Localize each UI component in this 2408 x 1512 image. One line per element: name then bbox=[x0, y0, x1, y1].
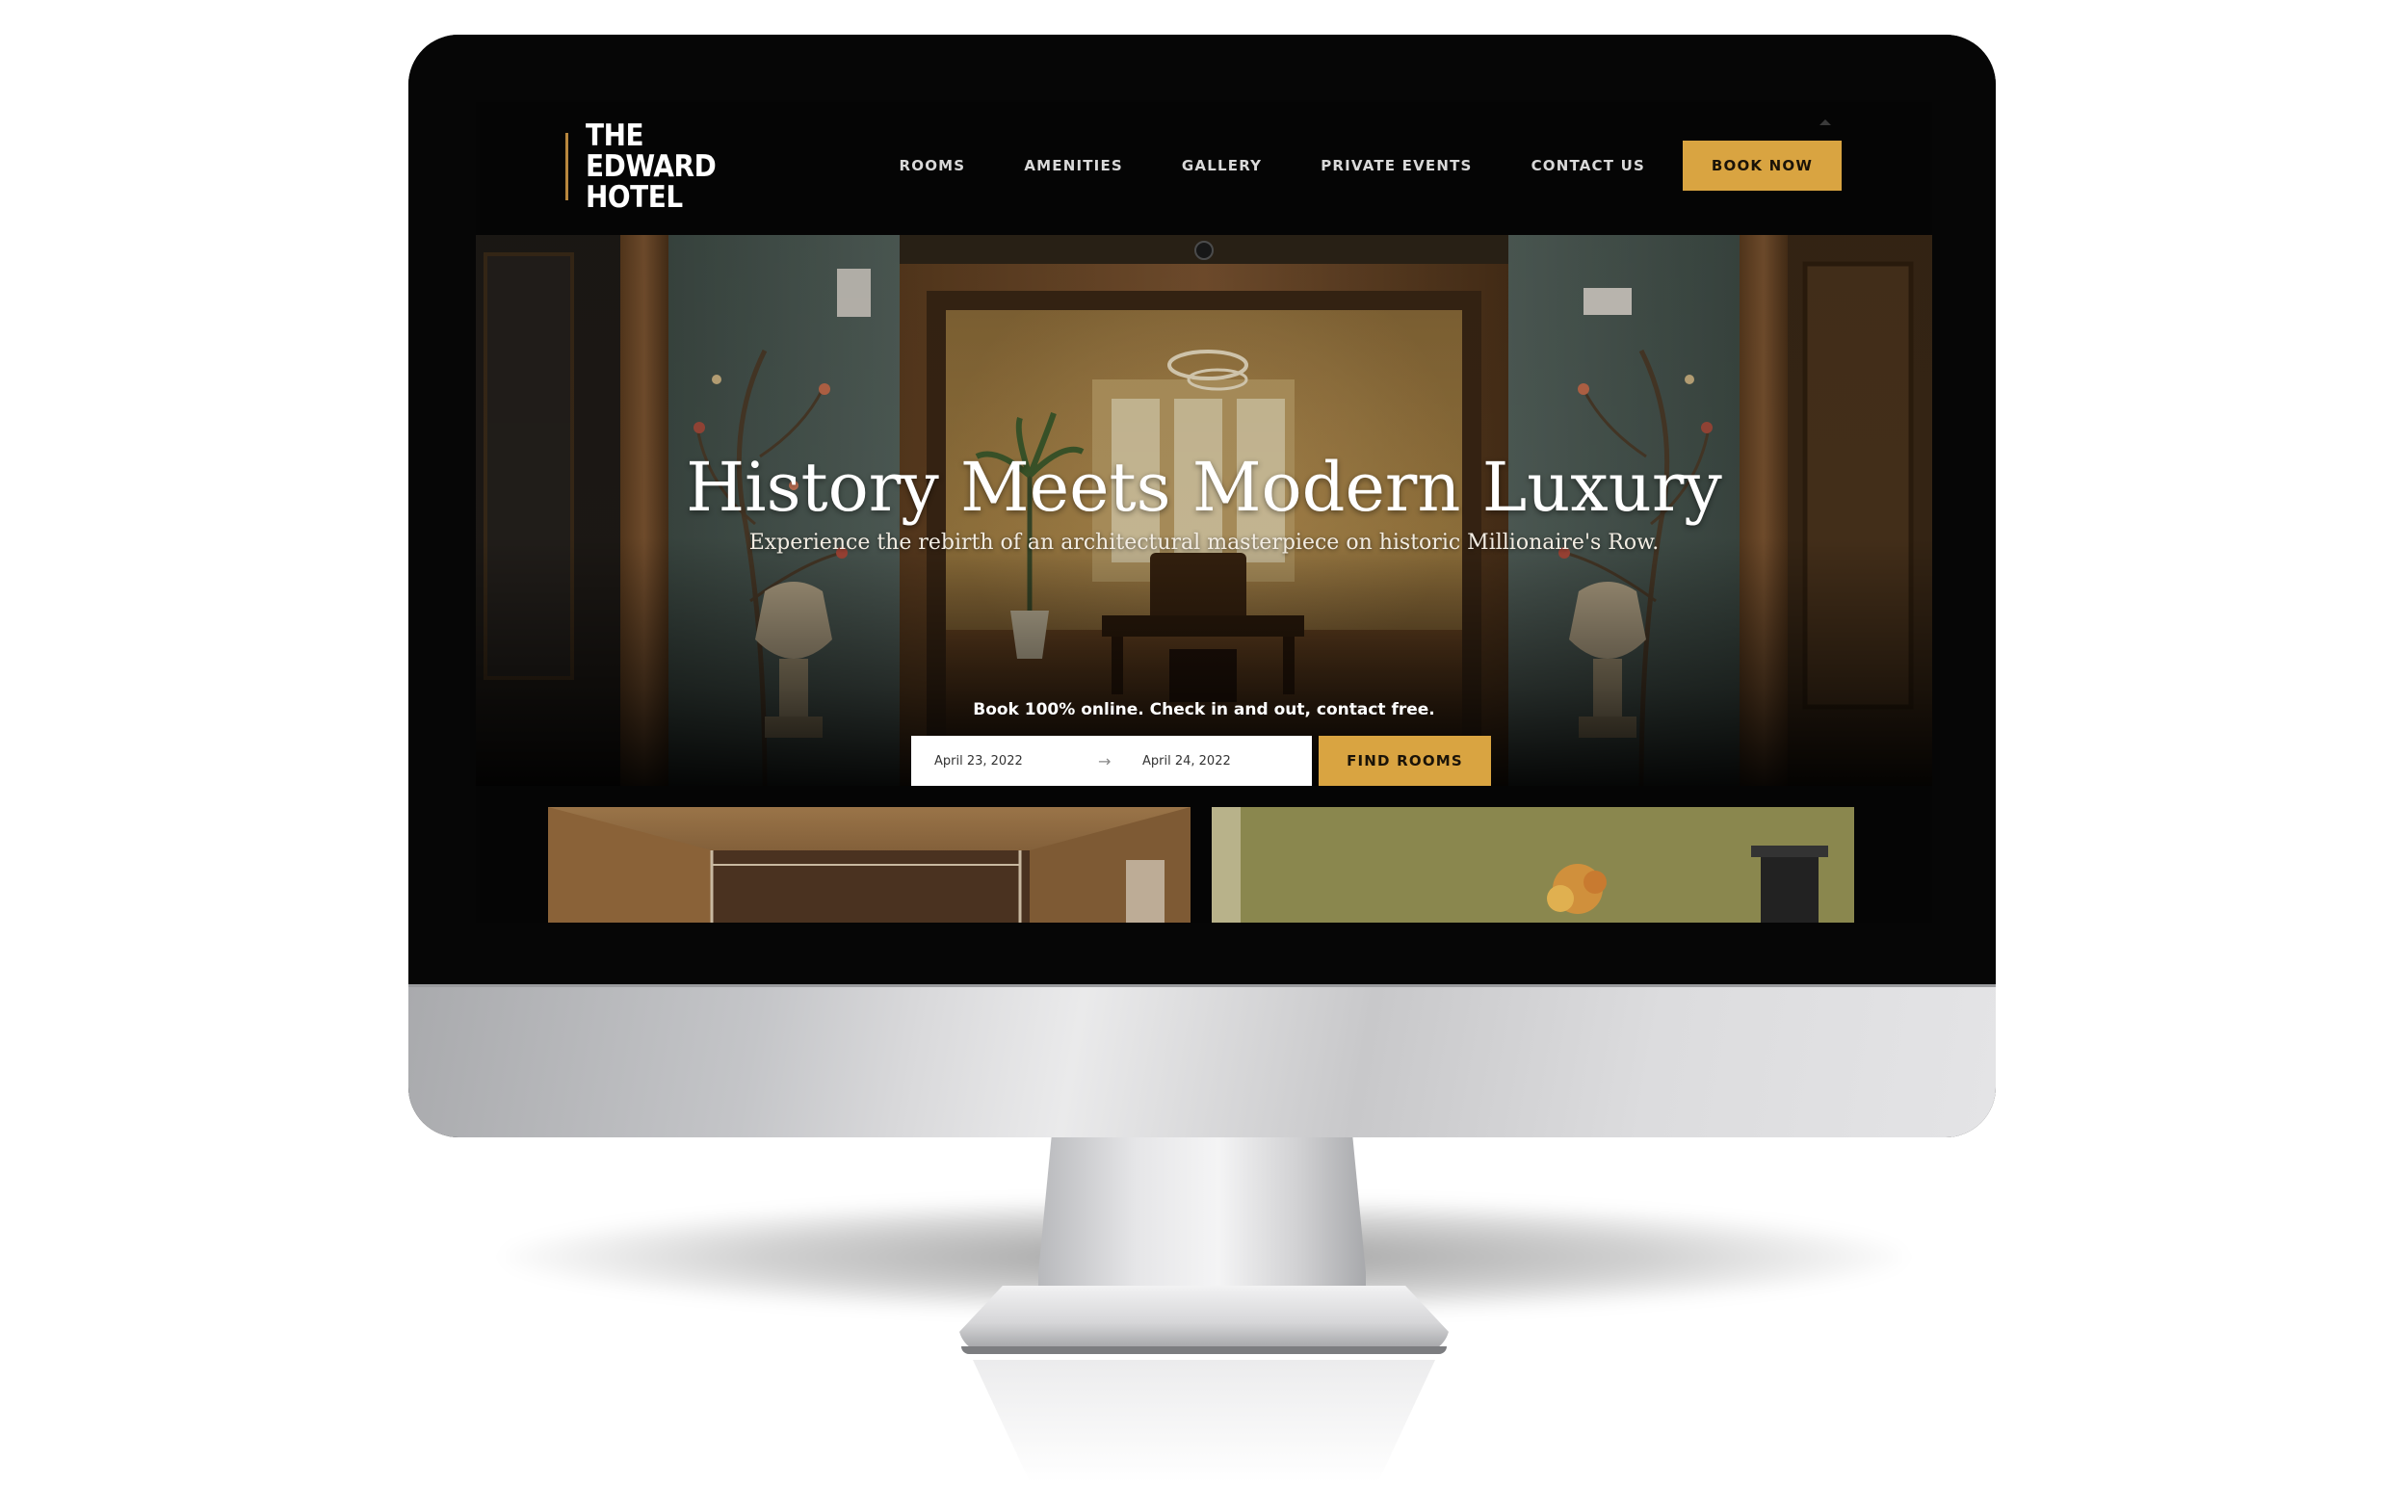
logo-line-1: THE bbox=[586, 118, 644, 153]
checkout-date[interactable]: April 24, 2022 bbox=[1142, 754, 1231, 769]
nav-amenities[interactable]: AMENITIES bbox=[1024, 157, 1123, 174]
nav-rooms[interactable]: ROOMS bbox=[900, 157, 966, 174]
hero-subtitle: Experience the rebirth of an architectur… bbox=[748, 531, 1660, 555]
room-preview-image-1 bbox=[548, 807, 1191, 923]
website-screen: THE EDWARD HOTEL ROOMS AMENITIES GALLERY… bbox=[476, 102, 1932, 923]
monitor-stand-base bbox=[958, 1286, 1450, 1353]
scroll-up-caret-icon bbox=[1819, 119, 1831, 125]
room-preview-image-2 bbox=[1212, 807, 1854, 923]
arrow-right-icon: → bbox=[1098, 751, 1112, 770]
nav-private-events[interactable]: PRIVATE EVENTS bbox=[1321, 157, 1472, 174]
logo-wordmark: THE EDWARD HOTEL bbox=[586, 118, 717, 215]
nav-gallery[interactable]: GALLERY bbox=[1182, 157, 1262, 174]
monitor-stand-reflection bbox=[973, 1360, 1435, 1504]
site-header: THE EDWARD HOTEL ROOMS AMENITIES GALLERY… bbox=[476, 102, 1932, 235]
hero-title: History Meets Modern Luxury bbox=[686, 448, 1722, 527]
book-now-button[interactable]: BOOK NOW bbox=[1683, 141, 1842, 191]
hero-section: History Meets Modern Luxury Experience t… bbox=[476, 235, 1932, 786]
checkin-date[interactable]: April 23, 2022 bbox=[934, 754, 1098, 769]
monitor-chin bbox=[408, 984, 1996, 1137]
monitor-stand-neck bbox=[1038, 1137, 1366, 1311]
hotel-logo[interactable]: THE EDWARD HOTEL bbox=[565, 119, 730, 214]
monitor-stand-edge bbox=[961, 1346, 1447, 1354]
logo-accent-bar bbox=[565, 133, 568, 200]
find-rooms-button[interactable]: FIND ROOMS bbox=[1319, 736, 1491, 786]
date-range-picker[interactable]: April 23, 2022 → April 24, 2022 bbox=[911, 736, 1312, 786]
main-nav: ROOMS AMENITIES GALLERY PRIVATE EVENTS C… bbox=[900, 141, 1842, 191]
room-preview-2[interactable] bbox=[1212, 807, 1854, 923]
room-previews bbox=[476, 786, 1932, 923]
booking-note: Book 100% online. Check in and out, cont… bbox=[973, 700, 1435, 719]
logo-line-3: HOTEL bbox=[586, 180, 683, 215]
room-preview-1[interactable] bbox=[548, 807, 1191, 923]
nav-contact-us[interactable]: CONTACT US bbox=[1531, 157, 1645, 174]
logo-line-2: EDWARD bbox=[586, 149, 717, 184]
booking-form: April 23, 2022 → April 24, 2022 FIND ROO… bbox=[911, 736, 1491, 786]
